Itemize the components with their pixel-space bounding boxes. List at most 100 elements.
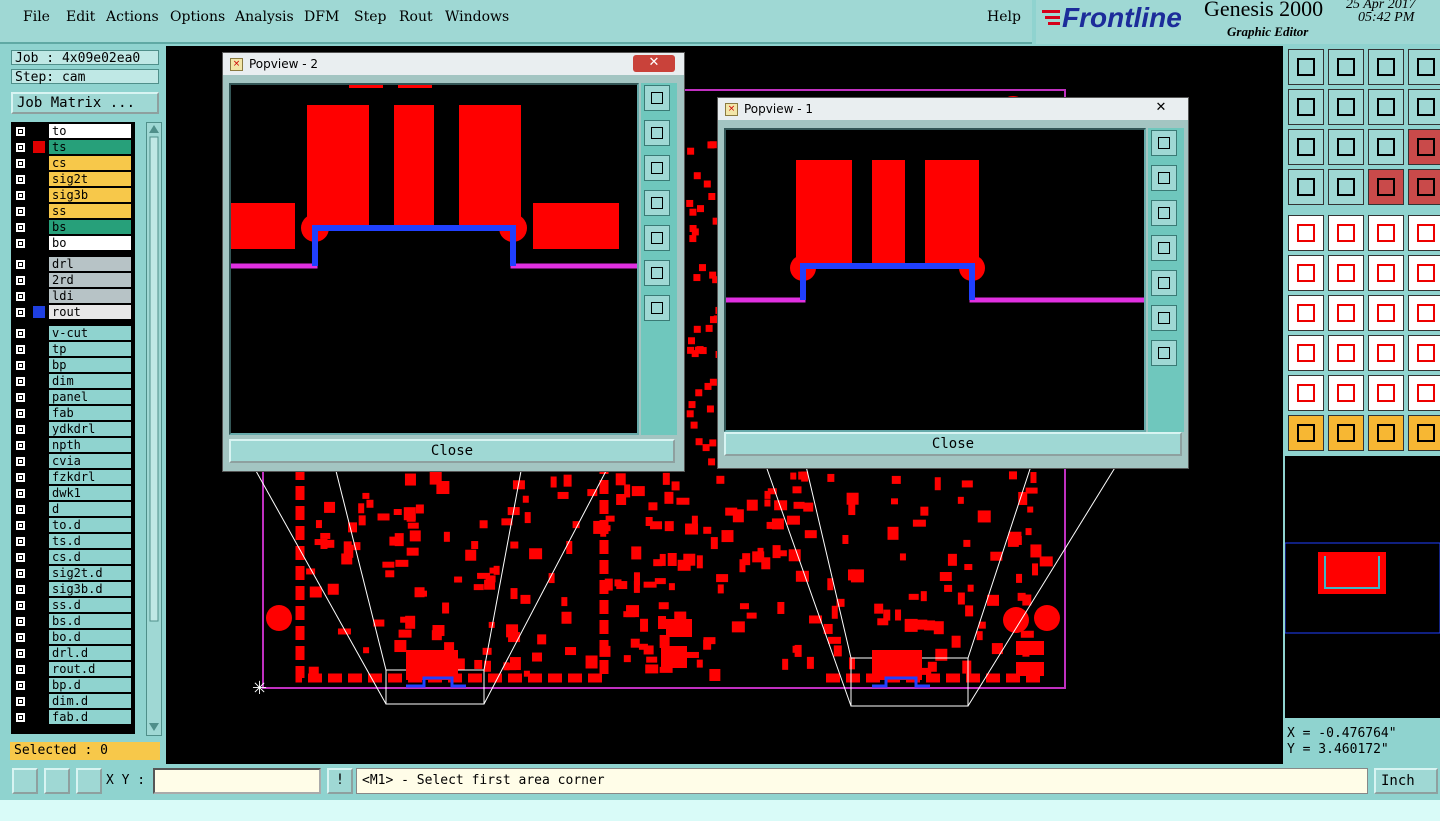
layer-checkbox[interactable]: [15, 142, 26, 153]
menu-help[interactable]: Help: [987, 9, 1021, 25]
layer-row[interactable]: ts: [11, 140, 135, 154]
layer-checkbox[interactable]: [15, 584, 26, 595]
graphic-canvas[interactable]: ✳ × Popview - 2 ✕ Close × Popview - 1 ✕ …: [166, 46, 1283, 764]
layer-checkbox[interactable]: [15, 222, 26, 233]
pan-up-icon[interactable]: [1151, 165, 1177, 191]
layer-row[interactable]: bp: [11, 358, 135, 372]
layer-row[interactable]: sig3b: [11, 188, 135, 202]
layer-name[interactable]: bp.d: [49, 678, 131, 692]
pan-right-icon[interactable]: [644, 225, 670, 251]
layer-checkbox[interactable]: [15, 504, 26, 515]
break-line-icon[interactable]: [1328, 335, 1364, 371]
layer-checkbox[interactable]: [15, 568, 26, 579]
layer-row[interactable]: ldi: [11, 289, 135, 303]
layer-row[interactable]: cvia: [11, 454, 135, 468]
layer-row[interactable]: bs.d: [11, 614, 135, 628]
layer-name[interactable]: to: [49, 124, 131, 138]
layers-icon[interactable]: [1368, 169, 1404, 205]
layer-checkbox[interactable]: [15, 680, 26, 691]
triangle-icon[interactable]: [1288, 375, 1324, 411]
layer-row[interactable]: rout.d: [11, 662, 135, 676]
pointer-icon[interactable]: [1368, 415, 1404, 451]
layer-checkbox[interactable]: [15, 408, 26, 419]
layer-checkbox[interactable]: [15, 376, 26, 387]
help-icon[interactable]: [1408, 129, 1440, 165]
triangle-icon[interactable]: [1328, 375, 1364, 411]
center-icon[interactable]: [1328, 129, 1364, 165]
swap-icon[interactable]: [1368, 89, 1404, 125]
layer-row[interactable]: cs.d: [11, 550, 135, 564]
xy-input[interactable]: [153, 768, 321, 794]
layer-checkbox[interactable]: [15, 206, 26, 217]
layer-row[interactable]: ss: [11, 204, 135, 218]
layer-checkbox[interactable]: [15, 648, 26, 659]
layer-name[interactable]: dim.d: [49, 694, 131, 708]
layer-name[interactable]: ss.d: [49, 598, 131, 612]
layer-name[interactable]: fab.d: [49, 710, 131, 724]
layer-name[interactable]: tp: [49, 342, 131, 356]
layers-icon[interactable]: [1408, 169, 1440, 205]
layer-row[interactable]: cs: [11, 156, 135, 170]
layer-row[interactable]: dim: [11, 374, 135, 388]
layer-name[interactable]: to.d: [49, 518, 131, 532]
pointer-icon[interactable]: [1288, 415, 1324, 451]
menu-dfm[interactable]: DFM: [304, 9, 339, 25]
ruler-icon[interactable]: [1368, 215, 1404, 251]
zoom-out-icon[interactable]: [644, 295, 670, 321]
layer-row[interactable]: d: [11, 502, 135, 516]
layer-name[interactable]: ts.d: [49, 534, 131, 548]
snap-grid-icon[interactable]: [12, 768, 38, 794]
layer-row[interactable]: dim.d: [11, 694, 135, 708]
layer-row[interactable]: dwk1: [11, 486, 135, 500]
unselect-icon[interactable]: [1328, 49, 1364, 85]
layer-name[interactable]: sig2t.d: [49, 566, 131, 580]
ratio-icon[interactable]: [1368, 129, 1404, 165]
layer-row[interactable]: to: [11, 124, 135, 138]
layer-row[interactable]: panel: [11, 390, 135, 404]
layer-checkbox[interactable]: [15, 472, 26, 483]
overview-map[interactable]: [1284, 456, 1440, 718]
menu-windows[interactable]: Windows: [445, 9, 509, 25]
layer-row[interactable]: 2rd: [11, 273, 135, 287]
layer-checkbox[interactable]: [15, 238, 26, 249]
fit-screen-icon[interactable]: [1288, 129, 1324, 165]
layer-name[interactable]: cvia: [49, 454, 131, 468]
pan-down-icon[interactable]: [644, 155, 670, 181]
popview-1-titlebar[interactable]: × Popview - 1 ✕: [718, 98, 1188, 120]
select-all-icon[interactable]: [1288, 49, 1324, 85]
layer-checkbox[interactable]: [15, 552, 26, 563]
zoom-in-icon[interactable]: [1151, 305, 1177, 331]
add-line-icon[interactable]: [1328, 215, 1364, 251]
triangle-icon[interactable]: [1408, 375, 1440, 411]
layer-row[interactable]: fab.d: [11, 710, 135, 724]
move-right-icon[interactable]: [1328, 89, 1364, 125]
layer-checkbox[interactable]: [15, 616, 26, 627]
layer-name[interactable]: dwk1: [49, 486, 131, 500]
layer-checkbox[interactable]: [15, 174, 26, 185]
layer-row[interactable]: v-cut: [11, 326, 135, 340]
angle-icon[interactable]: [44, 768, 70, 794]
job-matrix-button[interactable]: Job Matrix ...: [11, 92, 159, 114]
layer-row[interactable]: bo.d: [11, 630, 135, 644]
layer-row[interactable]: fab: [11, 406, 135, 420]
layer-row[interactable]: rout: [11, 305, 135, 319]
exclamation-icon[interactable]: !: [327, 768, 353, 794]
layer-name[interactable]: dim: [49, 374, 131, 388]
layer-name[interactable]: d: [49, 502, 131, 516]
layer-row[interactable]: drl: [11, 257, 135, 271]
layer-name[interactable]: 2rd: [49, 273, 131, 287]
layer-name[interactable]: fzkdrl: [49, 470, 131, 484]
layer-checkbox[interactable]: [15, 440, 26, 451]
snap-point-icon[interactable]: [1408, 255, 1440, 291]
layer-row[interactable]: bo: [11, 236, 135, 250]
units-select[interactable]: Inch: [1374, 768, 1438, 794]
layer-checkbox[interactable]: [15, 344, 26, 355]
pan-left-icon[interactable]: [644, 190, 670, 216]
layer-name[interactable]: sig3b.d: [49, 582, 131, 596]
layer-row[interactable]: drl.d: [11, 646, 135, 660]
measure-icon[interactable]: [1288, 169, 1324, 205]
layer-name[interactable]: bo.d: [49, 630, 131, 644]
menu-step[interactable]: Step: [354, 9, 386, 25]
popview-1-close-icon[interactable]: ✕: [1140, 100, 1182, 117]
layer-row[interactable]: bp.d: [11, 678, 135, 692]
